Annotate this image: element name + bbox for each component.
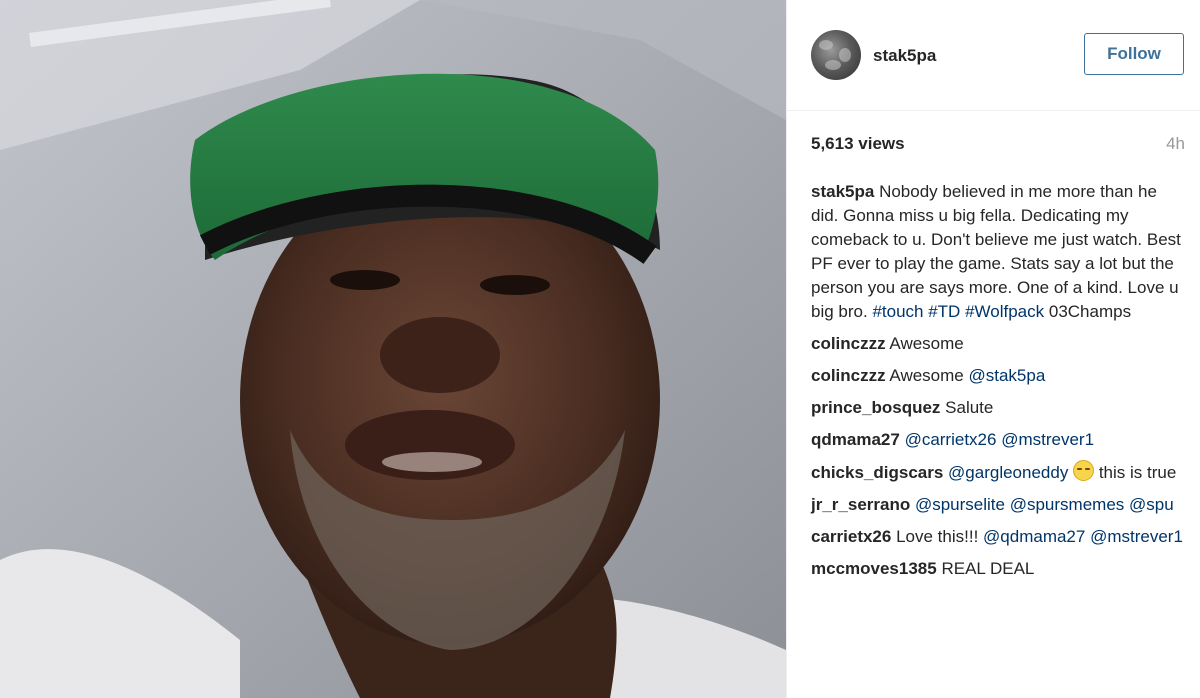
caption-tail: 03Champs: [1048, 302, 1132, 321]
comment-item: colinczzz Awesome @stak5pa: [811, 364, 1187, 388]
mention-link[interactable]: @spurselite: [915, 495, 1005, 514]
caption: stak5pa Nobody believed in me more than …: [811, 180, 1187, 324]
caption-username[interactable]: stak5pa: [811, 182, 874, 201]
comment-text: this is true: [1098, 463, 1177, 482]
mention-link[interactable]: @carrietx26: [905, 430, 997, 449]
comment-text: Awesome: [889, 334, 964, 353]
comment-username[interactable]: chicks_digscars: [811, 463, 943, 482]
view-count: 5,613 views: [811, 134, 905, 153]
hashtag-link[interactable]: #Wolfpack: [965, 302, 1044, 321]
avatar[interactable]: [811, 30, 861, 80]
follow-button[interactable]: Follow: [1084, 33, 1184, 75]
comment-item: jr_r_serrano @spurselite @spursmemes @sp…: [811, 493, 1187, 517]
comment-username[interactable]: colinczzz: [811, 366, 886, 385]
comment-item: carrietx26 Love this!!! @qdmama27 @mstre…: [811, 525, 1187, 549]
comment-text: Love this!!!: [896, 527, 979, 546]
comment-username[interactable]: colinczzz: [811, 334, 886, 353]
comment-item: prince_bosquez Salute: [811, 396, 1187, 420]
relieved-face-emoji-icon: [1073, 460, 1095, 481]
selfie-photo: [0, 0, 786, 698]
comment-username[interactable]: carrietx26: [811, 527, 891, 546]
mention-link[interactable]: @spursmemes: [1010, 495, 1125, 514]
post-header: stak5pa Follow: [787, 0, 1200, 110]
comment-text: Salute: [945, 398, 994, 417]
mention-link[interactable]: @qdmama27: [983, 527, 1085, 546]
comment-item: colinczzz Awesome: [811, 332, 1187, 356]
comment-list: stak5pa Nobody believed in me more than …: [811, 180, 1187, 589]
comment-text: Awesome: [889, 366, 964, 385]
hashtag-link[interactable]: #touch: [872, 302, 923, 321]
caption-text: Nobody believed in me more than he did. …: [811, 182, 1181, 321]
post-photo[interactable]: [0, 0, 786, 698]
mention-link[interactable]: @mstrever1: [1090, 527, 1183, 546]
comment-item: qdmama27 @carrietx26 @mstrever1: [811, 428, 1187, 452]
comment-username[interactable]: mccmoves1385: [811, 559, 937, 578]
comment-username[interactable]: prince_bosquez: [811, 398, 940, 417]
post-side-panel: stak5pa Follow 5,613 views 4h stak5pa No…: [786, 0, 1200, 698]
mention-link[interactable]: @stak5pa: [969, 366, 1046, 385]
mention-link[interactable]: @spu: [1129, 495, 1174, 514]
post-author-username[interactable]: stak5pa: [873, 46, 936, 66]
post-time[interactable]: 4h: [1166, 134, 1185, 154]
header-divider: [787, 110, 1200, 111]
hashtag-link[interactable]: #TD: [928, 302, 960, 321]
mention-link[interactable]: @gargleoneddy: [948, 463, 1068, 482]
comment-username[interactable]: jr_r_serrano: [811, 495, 910, 514]
mention-link[interactable]: @mstrever1: [1001, 430, 1094, 449]
comment-item: mccmoves1385 REAL DEAL: [811, 557, 1187, 581]
comment-username[interactable]: qdmama27: [811, 430, 900, 449]
comment-item: chicks_digscars @gargleoneddy this is tr…: [811, 460, 1187, 485]
comment-text: REAL DEAL: [941, 559, 1035, 578]
